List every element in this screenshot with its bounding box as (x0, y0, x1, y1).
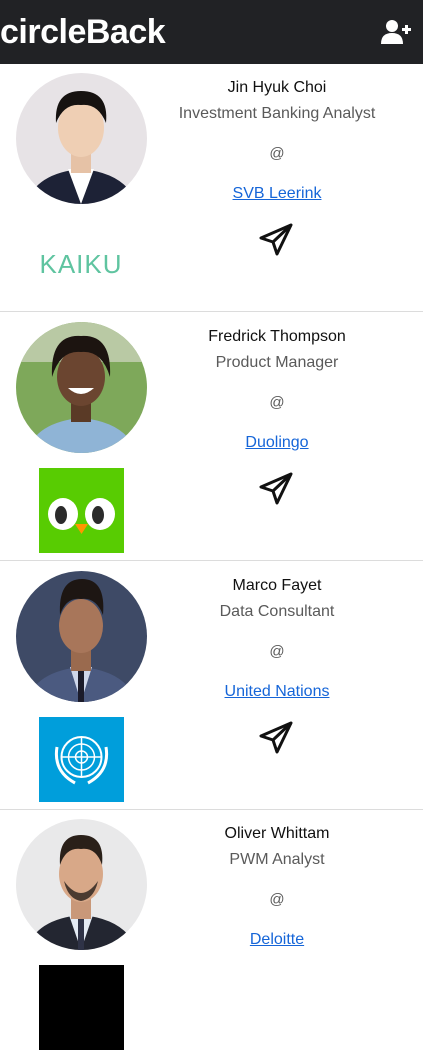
contact-title: Product Manager (215, 354, 339, 371)
contact-card: KAIKU Jin Hyuk Choi Investment Banking A… (0, 64, 423, 312)
company-link[interactable]: SVB Leerink (152, 185, 402, 203)
navbar: circleBack (0, 0, 423, 64)
company-link[interactable]: Deloitte (152, 931, 402, 949)
company-logo (39, 965, 124, 1050)
at-symbol: @ (269, 643, 285, 660)
company-logo (39, 717, 124, 802)
contact-card: Marco Fayet Data Consultant @ United Nat… (0, 562, 423, 810)
contact-card: Oliver Whittam PWM Analyst @ Deloitte (0, 810, 423, 1058)
avatar (16, 73, 147, 204)
avatar (16, 322, 147, 453)
contact-name: Marco Fayet (232, 577, 322, 594)
at-symbol: @ (269, 891, 285, 908)
app-brand[interactable]: circleBack (0, 10, 166, 54)
company-link[interactable]: United Nations (152, 683, 402, 701)
at-symbol: @ (269, 394, 285, 411)
contact-card: Fredrick Thompson Product Manager @ Duol… (0, 313, 423, 561)
contact-title: Investment Banking Analyst (178, 105, 376, 122)
avatar (16, 571, 147, 702)
paper-plane-icon[interactable] (258, 471, 294, 507)
user-plus-icon[interactable] (381, 19, 411, 45)
company-logo: KAIKU (39, 219, 124, 304)
contact-title: Data Consultant (219, 603, 335, 620)
at-symbol: @ (269, 145, 285, 162)
contact-name: Jin Hyuk Choi (227, 79, 327, 96)
logo-text: KAIKU (39, 249, 122, 279)
contact-name: Oliver Whittam (224, 825, 330, 842)
contact-name: Fredrick Thompson (208, 328, 346, 345)
paper-plane-icon[interactable] (258, 720, 294, 756)
company-link[interactable]: Duolingo (152, 434, 402, 452)
paper-plane-icon[interactable] (258, 222, 294, 258)
company-logo (39, 468, 124, 553)
contact-title: PWM Analyst (229, 851, 325, 868)
avatar (16, 819, 147, 950)
